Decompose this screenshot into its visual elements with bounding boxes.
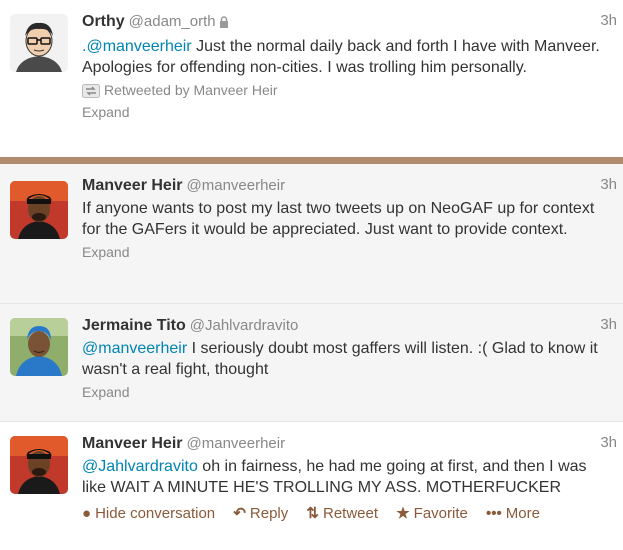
- tweet-orthy[interactable]: Orthy @adam_orth 3h .@manveerheir Just th…: [0, 0, 623, 157]
- timestamp[interactable]: 3h: [600, 176, 617, 193]
- mention-link[interactable]: .@manveerheir: [82, 38, 192, 55]
- timestamp[interactable]: 3h: [600, 434, 617, 451]
- favorite-label: Favorite: [413, 505, 468, 522]
- author-handle[interactable]: @manveerheir: [187, 177, 286, 194]
- tweet-manveer-2[interactable]: Manveer Heir @manveerheir 3h @Jahlvardrav…: [0, 422, 623, 550]
- tweet-header: Manveer Heir @manveerheir: [82, 176, 613, 196]
- dots-icon: •••: [486, 505, 502, 522]
- tweet-header: Orthy @adam_orth: [82, 12, 613, 34]
- retweeted-by-label[interactable]: Retweeted by Manveer Heir: [104, 82, 278, 98]
- reply-arrow-icon: ↶: [233, 505, 246, 522]
- timestamp[interactable]: 3h: [600, 12, 617, 29]
- tweet-text: .@manveerheir Just the normal daily back…: [82, 36, 602, 78]
- retweet-icon: ⇅: [306, 505, 319, 522]
- tweet-header: Jermaine Tito @Jahlvardravito: [82, 316, 613, 336]
- timestamp[interactable]: 3h: [600, 316, 617, 333]
- more-button[interactable]: ••• More: [486, 505, 540, 522]
- tweet-text: If anyone wants to post my last two twee…: [82, 198, 602, 240]
- author-handle[interactable]: @adam_orth: [129, 13, 216, 30]
- author-name[interactable]: Manveer Heir: [82, 435, 183, 452]
- tweet-manveer-1[interactable]: Manveer Heir @manveerheir 3h If anyone wa…: [0, 164, 623, 303]
- conversation-separator: [0, 157, 623, 164]
- reply-label: Reply: [249, 505, 289, 522]
- retweet-button[interactable]: ⇅ Retweet: [306, 504, 378, 522]
- expand-link[interactable]: Expand: [82, 382, 613, 402]
- hide-conversation-label: Hide conversation: [95, 505, 216, 522]
- tweet-actions: ● Hide conversation ↶ Reply ⇅ Retweet ★ Favo…: [82, 504, 613, 522]
- tweet-body: If anyone wants to post my last two twee…: [82, 200, 595, 238]
- author-name[interactable]: Orthy: [82, 13, 125, 30]
- avatar[interactable]: [10, 14, 68, 72]
- retweeted-by: Retweeted by Manveer Heir: [82, 80, 613, 100]
- avatar[interactable]: [10, 436, 68, 494]
- author-handle[interactable]: @Jahlvardravito: [190, 317, 299, 334]
- star-icon: ★: [396, 505, 410, 522]
- more-label: More: [505, 505, 540, 522]
- tweet-text: @manveerheir I seriously doubt most gaff…: [82, 338, 602, 380]
- mention-link[interactable]: @manveerheir: [82, 340, 187, 357]
- retweet-icon: [82, 84, 100, 98]
- author-name[interactable]: Jermaine Tito: [82, 317, 186, 334]
- retweet-label: Retweet: [323, 505, 379, 522]
- expand-link[interactable]: Expand: [82, 242, 613, 262]
- speech-bubble-icon: ●: [82, 505, 92, 522]
- mention-link[interactable]: @Jahlvardravito: [82, 458, 198, 475]
- avatar[interactable]: [10, 318, 68, 376]
- avatar[interactable]: [10, 181, 68, 239]
- hide-conversation-button[interactable]: ● Hide conversation: [82, 505, 215, 522]
- reply-button[interactable]: ↶ Reply: [233, 504, 288, 522]
- tweet-header: Manveer Heir @manveerheir: [82, 434, 613, 454]
- favorite-button[interactable]: ★ Favorite: [396, 504, 468, 522]
- author-name[interactable]: Manveer Heir: [82, 177, 183, 194]
- lock-icon: [219, 14, 229, 34]
- tweet-jermaine[interactable]: Jermaine Tito @Jahlvardravito 3h @manveer…: [0, 304, 623, 421]
- expand-link[interactable]: Expand: [82, 102, 613, 122]
- author-handle[interactable]: @manveerheir: [187, 435, 286, 452]
- tweet-text: @Jahlvardravito oh in fairness, he had m…: [82, 456, 602, 498]
